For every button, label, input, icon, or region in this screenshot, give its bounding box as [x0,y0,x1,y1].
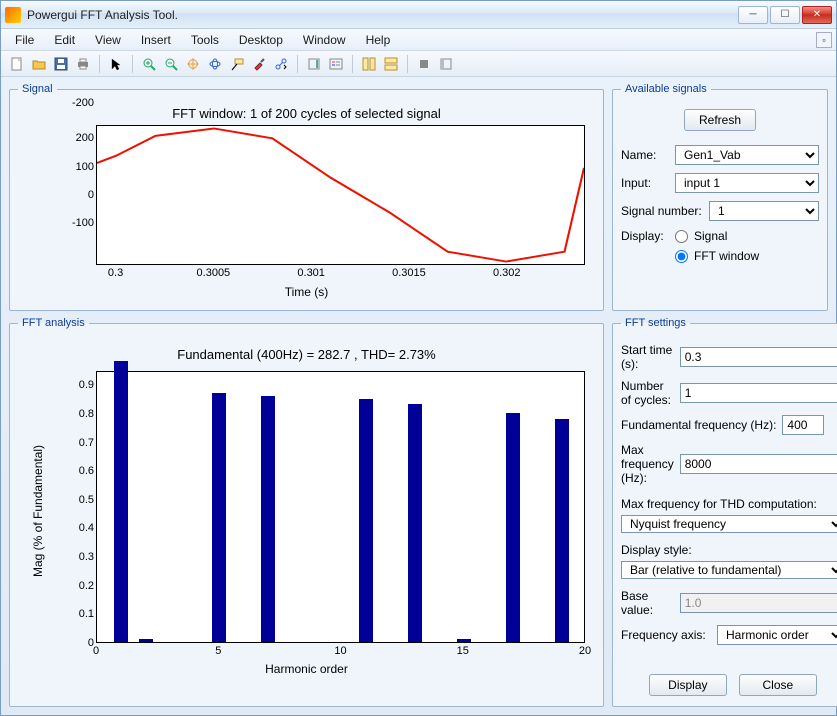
menu-tools[interactable]: Tools [181,31,229,49]
zoom-in-icon[interactable] [139,54,159,74]
bar-harmonic-5 [212,393,226,642]
bar-harmonic-17 [506,413,520,642]
fft-xlabel: Harmonic order [18,662,595,676]
minimize-button[interactable]: ─ [738,6,768,24]
menu-help[interactable]: Help [356,31,401,49]
fft-settings-legend: FFT settings [621,317,690,329]
signal-chart[interactable] [96,125,585,265]
bar-harmonic-19 [555,419,569,642]
fundamental-freq-input[interactable] [782,415,824,435]
display-signal-label: Signal [694,229,727,243]
display-style-select[interactable]: Bar (relative to fundamental) [621,561,837,579]
signal-number-label: Signal number: [621,204,703,218]
hide-plot-tools-icon[interactable] [414,54,434,74]
maximize-button[interactable]: ☐ [770,6,800,24]
available-signals-panel: Available signals Refresh Name: Gen1_Vab… [612,83,828,311]
fft-legend: FFT analysis [18,317,89,329]
freq-axis-select[interactable]: Harmonic order [717,625,837,645]
layout-stack-icon[interactable] [381,54,401,74]
refresh-button[interactable]: Refresh [684,109,756,131]
display-signal-radio[interactable] [675,230,688,243]
menubar: File Edit View Insert Tools Desktop Wind… [1,29,836,51]
close-settings-button[interactable]: Close [739,674,817,696]
window-title: Powergui FFT Analysis Tool. [27,8,738,22]
titlebar: Powergui FFT Analysis Tool. ─ ☐ ✕ [1,1,836,29]
bar-harmonic-15 [457,639,471,642]
layout-tile-icon[interactable] [359,54,379,74]
start-time-label: Start time (s): [621,343,674,371]
input-select[interactable]: input 1 [675,173,819,193]
fft-analysis-panel: FFT analysis Fundamental (400Hz) = 282.7… [9,317,604,707]
base-value-label: Base value: [621,589,674,617]
display-button[interactable]: Display [649,674,727,696]
number-of-cycles-label: Number of cycles: [621,379,674,407]
display-fftwindow-label: FFT window [694,249,759,263]
signal-xlabel: Time (s) [18,285,595,299]
fft-chart[interactable] [96,371,585,643]
menu-file[interactable]: File [5,31,44,49]
zoom-out-icon[interactable] [161,54,181,74]
thd-max-freq-label: Max frequency for THD computation: [621,497,837,511]
bar-harmonic-1 [114,361,128,642]
start-time-input[interactable] [680,347,837,367]
menu-insert[interactable]: Insert [131,31,181,49]
fft-chart-title: Fundamental (400Hz) = 282.7 , THD= 2.73% [18,347,595,362]
display-fftwindow-radio[interactable] [675,250,688,263]
show-plot-tools-icon[interactable] [436,54,456,74]
signal-number-select[interactable]: 1 [709,201,819,221]
save-icon[interactable] [51,54,71,74]
pointer-icon[interactable] [106,54,126,74]
fft-ylabel: Mag (% of Fundamental) [31,437,45,577]
input-label: Input: [621,176,669,190]
name-select[interactable]: Gen1_Vab [675,145,819,165]
menu-edit[interactable]: Edit [44,31,85,49]
menu-window[interactable]: Window [293,31,356,49]
menu-view[interactable]: View [85,31,131,49]
rotate-3d-icon[interactable] [205,54,225,74]
app-icon [5,7,21,23]
display-label: Display: [621,229,669,243]
new-file-icon[interactable] [7,54,27,74]
toolbar [1,51,836,77]
close-button[interactable]: ✕ [802,6,832,24]
bar-harmonic-11 [359,399,373,642]
insert-colorbar-icon[interactable] [304,54,324,74]
brush-icon[interactable] [249,54,269,74]
open-file-icon[interactable] [29,54,49,74]
print-icon[interactable] [73,54,93,74]
display-style-label: Display style: [621,543,837,557]
base-value-input [680,593,837,613]
signal-panel: Signal FFT window: 1 of 200 cycles of se… [9,83,604,311]
thd-max-freq-select[interactable]: Nyquist frequency [621,515,837,533]
freq-axis-label: Frequency axis: [621,628,711,642]
bar-harmonic-13 [408,404,422,642]
insert-legend-icon[interactable] [326,54,346,74]
signal-legend: Signal [18,83,57,95]
bar-harmonic-7 [261,396,275,642]
bar-harmonic-2 [139,639,153,642]
data-cursor-icon[interactable] [227,54,247,74]
fundamental-freq-label: Fundamental frequency (Hz): [621,418,776,432]
number-of-cycles-input[interactable] [680,383,837,403]
pan-icon[interactable] [183,54,203,74]
max-freq-label: Max frequency (Hz): [621,443,674,485]
available-signals-legend: Available signals [621,83,711,95]
name-label: Name: [621,148,669,162]
link-data-icon[interactable] [271,54,291,74]
dock-button[interactable]: ▫ [816,32,832,48]
max-freq-input[interactable] [680,454,837,474]
signal-chart-title: FFT window: 1 of 200 cycles of selected … [18,106,595,121]
menu-desktop[interactable]: Desktop [229,31,293,49]
fft-settings-panel: FFT settings Start time (s): Number of c… [612,317,837,707]
